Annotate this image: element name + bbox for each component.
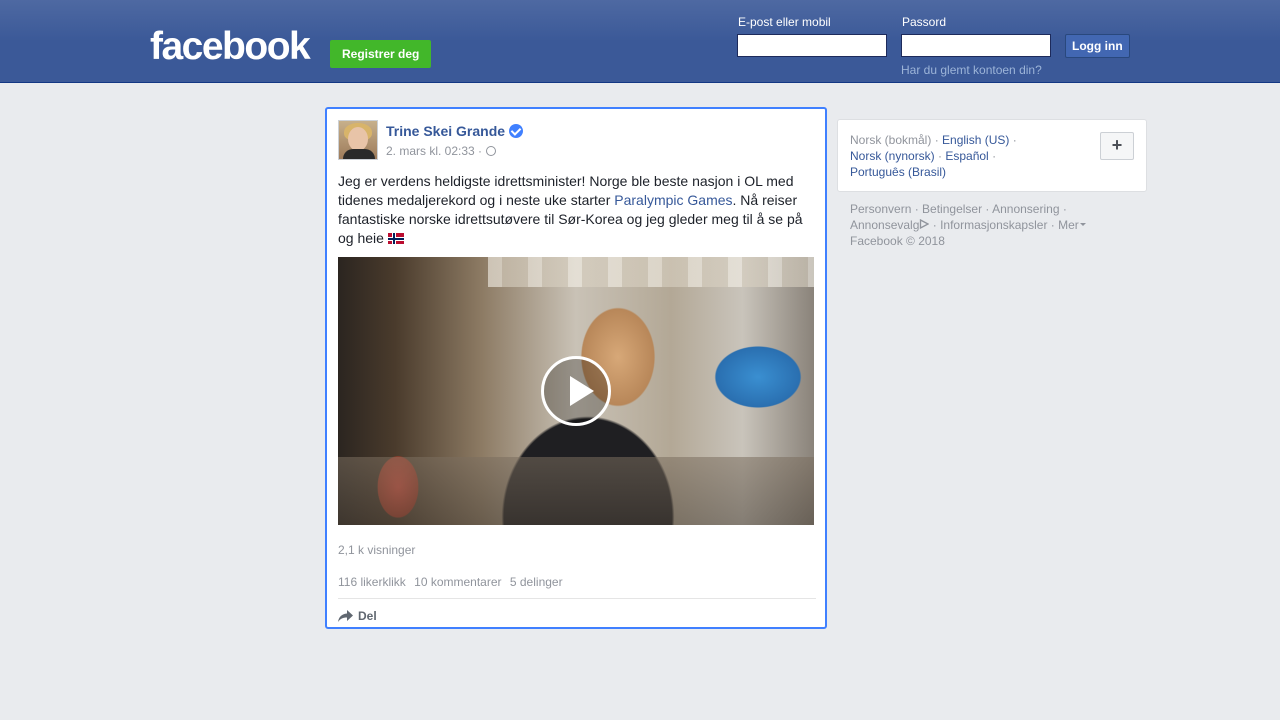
share-arrow-icon [338,610,353,622]
language-current: Norsk (bokmål) [850,133,932,147]
language-english[interactable]: English (US) [942,133,1009,147]
share-label: Del [358,609,377,623]
footer-terms-link[interactable]: Betingelser [922,202,982,216]
footer-more-link[interactable]: Mer [1058,218,1086,232]
language-portugues[interactable]: Português (Brasil) [850,165,946,179]
footer-adchoices-link[interactable]: Annonsevalg [850,218,930,232]
password-field[interactable] [901,34,1051,57]
footer-links: Personvern · Betingelser · Annonsering ·… [850,201,1140,249]
top-bar: facebook Registrer deg E-post eller mobi… [0,0,1280,83]
language-nynorsk[interactable]: Norsk (nynorsk) [850,149,935,163]
likes-count[interactable]: 116 likerklikk [338,575,406,589]
post-text: Jeg er verdens heldigste idrettsminister… [338,172,816,248]
engagement-stats: 116 likerklikk 10 kommentarer 5 delinger [338,575,568,589]
video-player[interactable] [338,257,814,525]
comments-count[interactable]: 10 kommentarer [414,575,501,589]
copyright: Facebook © 2018 [850,234,945,248]
post-card: Trine Skei Grande 2. mars kl. 02:33 · Je… [325,107,827,629]
verified-badge-icon [509,124,523,138]
more-languages-button[interactable]: + [1100,132,1134,160]
email-label: E-post eller mobil [738,15,831,29]
author-avatar[interactable] [338,120,378,160]
footer-cookies-link[interactable]: Informasjonskapsler [940,218,1047,232]
footer-privacy-link[interactable]: Personvern [850,202,911,216]
view-count: 2,1 k visninger [338,543,416,557]
footer-advertising-link[interactable]: Annonsering [992,202,1059,216]
share-button[interactable]: Del [338,606,377,626]
language-selector-box: Norsk (bokmål) · English (US) · Norsk (n… [837,119,1147,192]
post-author-name[interactable]: Trine Skei Grande [386,123,505,139]
language-espanol[interactable]: Español [945,149,988,163]
password-label: Passord [902,15,947,29]
email-field[interactable] [737,34,887,57]
register-button[interactable]: Registrer deg [330,40,432,68]
play-icon[interactable] [541,356,611,426]
adchoices-icon [920,219,930,229]
post-timestamp[interactable]: 2. mars kl. 02:33 · [386,144,482,158]
caret-down-icon [1079,223,1086,226]
globe-icon[interactable] [486,146,496,156]
norway-flag-icon [387,233,404,244]
divider [338,598,816,599]
forgot-account-link[interactable]: Har du glemt kontoen din? [901,63,1042,77]
facebook-logo[interactable]: facebook [150,26,311,68]
language-list: Norsk (bokmål) · English (US) · Norsk (n… [850,133,1017,179]
login-button[interactable]: Logg inn [1065,34,1130,58]
paralympic-games-link[interactable]: Paralympic Games [614,192,732,208]
shares-count[interactable]: 5 delinger [510,575,563,589]
